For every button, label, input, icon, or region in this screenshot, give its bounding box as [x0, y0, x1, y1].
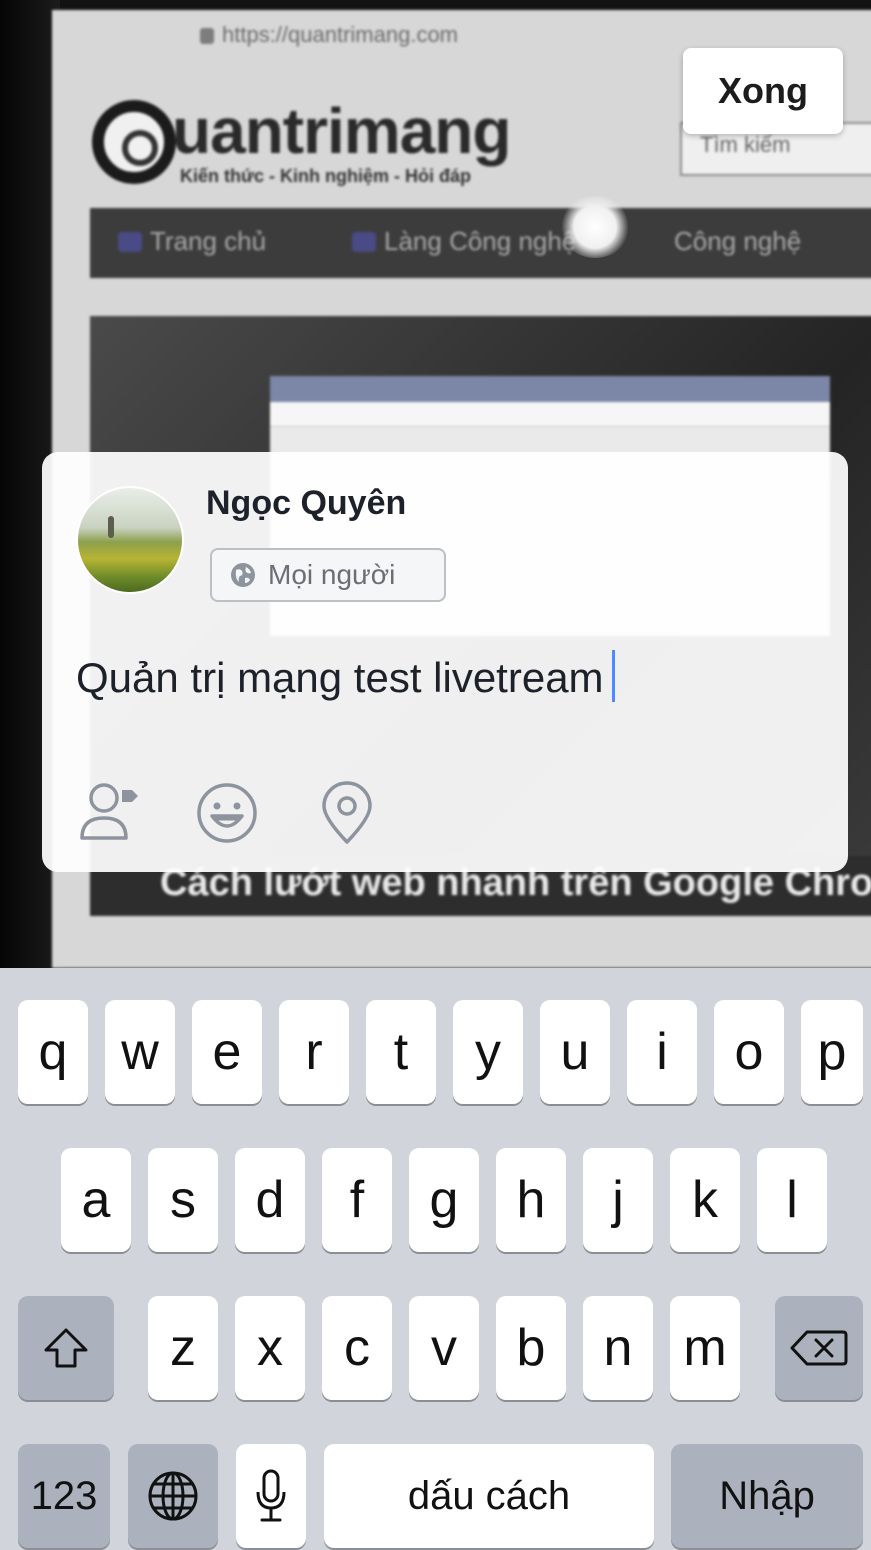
key-m[interactable]: m	[670, 1296, 740, 1400]
screen-nav-item: Công nghệ	[674, 226, 802, 256]
backspace-key[interactable]	[775, 1296, 863, 1400]
post-text: Quản trị mạng test livetream	[76, 654, 604, 701]
key-a[interactable]: a	[61, 1148, 131, 1252]
key-t[interactable]: t	[366, 1000, 436, 1104]
key-d[interactable]: d	[235, 1148, 305, 1252]
feeling-button[interactable]	[192, 778, 262, 848]
key-k[interactable]: k	[670, 1148, 740, 1252]
location-icon	[322, 781, 372, 844]
key-y[interactable]: y	[453, 1000, 523, 1104]
tag-people-button[interactable]	[76, 778, 146, 848]
tag-people-icon	[80, 783, 138, 840]
key-l[interactable]: l	[757, 1148, 827, 1252]
globe-icon	[148, 1471, 198, 1521]
return-key[interactable]: Nhập	[671, 1444, 863, 1548]
privacy-selector[interactable]: Mọi người	[210, 548, 446, 602]
lock-icon	[200, 28, 214, 44]
numbers-key[interactable]: 123	[18, 1444, 110, 1548]
microphone-key[interactable]	[236, 1444, 306, 1548]
location-button[interactable]	[312, 778, 382, 848]
key-i[interactable]: i	[627, 1000, 697, 1104]
home-icon	[118, 232, 142, 252]
key-u[interactable]: u	[540, 1000, 610, 1104]
key-e[interactable]: e	[192, 1000, 262, 1104]
key-b[interactable]: b	[496, 1296, 566, 1400]
key-g[interactable]: g	[409, 1148, 479, 1252]
key-v[interactable]: v	[409, 1296, 479, 1400]
globe-nav-icon	[352, 232, 376, 252]
user-name: Ngọc Quyên	[206, 484, 407, 522]
screen-tagline: Kiến thức - Kinh nghiệm - Hỏi đáp	[180, 166, 472, 186]
screen-nav-item: Trang chủ	[150, 226, 267, 256]
key-x[interactable]: x	[235, 1296, 305, 1400]
globe-key[interactable]	[128, 1444, 218, 1548]
keyboard: q w e r t y u i o p a s d f g h j k l z …	[0, 968, 871, 1550]
key-c[interactable]: c	[322, 1296, 392, 1400]
key-q[interactable]: q	[18, 1000, 88, 1104]
shift-key[interactable]	[18, 1296, 114, 1400]
key-w[interactable]: w	[105, 1000, 175, 1104]
key-s[interactable]: s	[148, 1148, 218, 1252]
screen-url: https://quantrimang.com	[200, 22, 458, 48]
key-h[interactable]: h	[496, 1148, 566, 1252]
post-text-input[interactable]: Quản trị mạng test livetream	[76, 650, 615, 702]
feeling-icon	[197, 783, 257, 843]
logo-mark	[92, 100, 176, 184]
screen-logo: uantrimang	[172, 95, 511, 167]
compose-card: Ngọc Quyên Mọi người Quản trị mạng test …	[42, 452, 848, 872]
shift-icon	[44, 1328, 88, 1368]
key-z[interactable]: z	[148, 1296, 218, 1400]
done-button[interactable]: Xong	[683, 48, 843, 134]
globe-icon	[231, 563, 255, 587]
privacy-label: Mọi người	[268, 559, 396, 590]
avatar[interactable]	[76, 486, 184, 594]
backspace-icon	[790, 1330, 848, 1366]
key-n[interactable]: n	[583, 1296, 653, 1400]
light-glare	[560, 196, 630, 258]
space-key[interactable]: dấu cách	[324, 1444, 654, 1548]
screen-nav: Trang chủ Làng Công nghệ Công nghệ Kh	[90, 208, 871, 278]
key-r[interactable]: r	[279, 1000, 349, 1104]
key-p[interactable]: p	[801, 1000, 863, 1104]
key-o[interactable]: o	[714, 1000, 784, 1104]
text-caret	[611, 650, 615, 702]
screen-nav-item: Làng Công nghệ	[384, 226, 577, 256]
key-j[interactable]: j	[583, 1148, 653, 1252]
key-f[interactable]: f	[322, 1148, 392, 1252]
microphone-icon	[256, 1469, 286, 1522]
